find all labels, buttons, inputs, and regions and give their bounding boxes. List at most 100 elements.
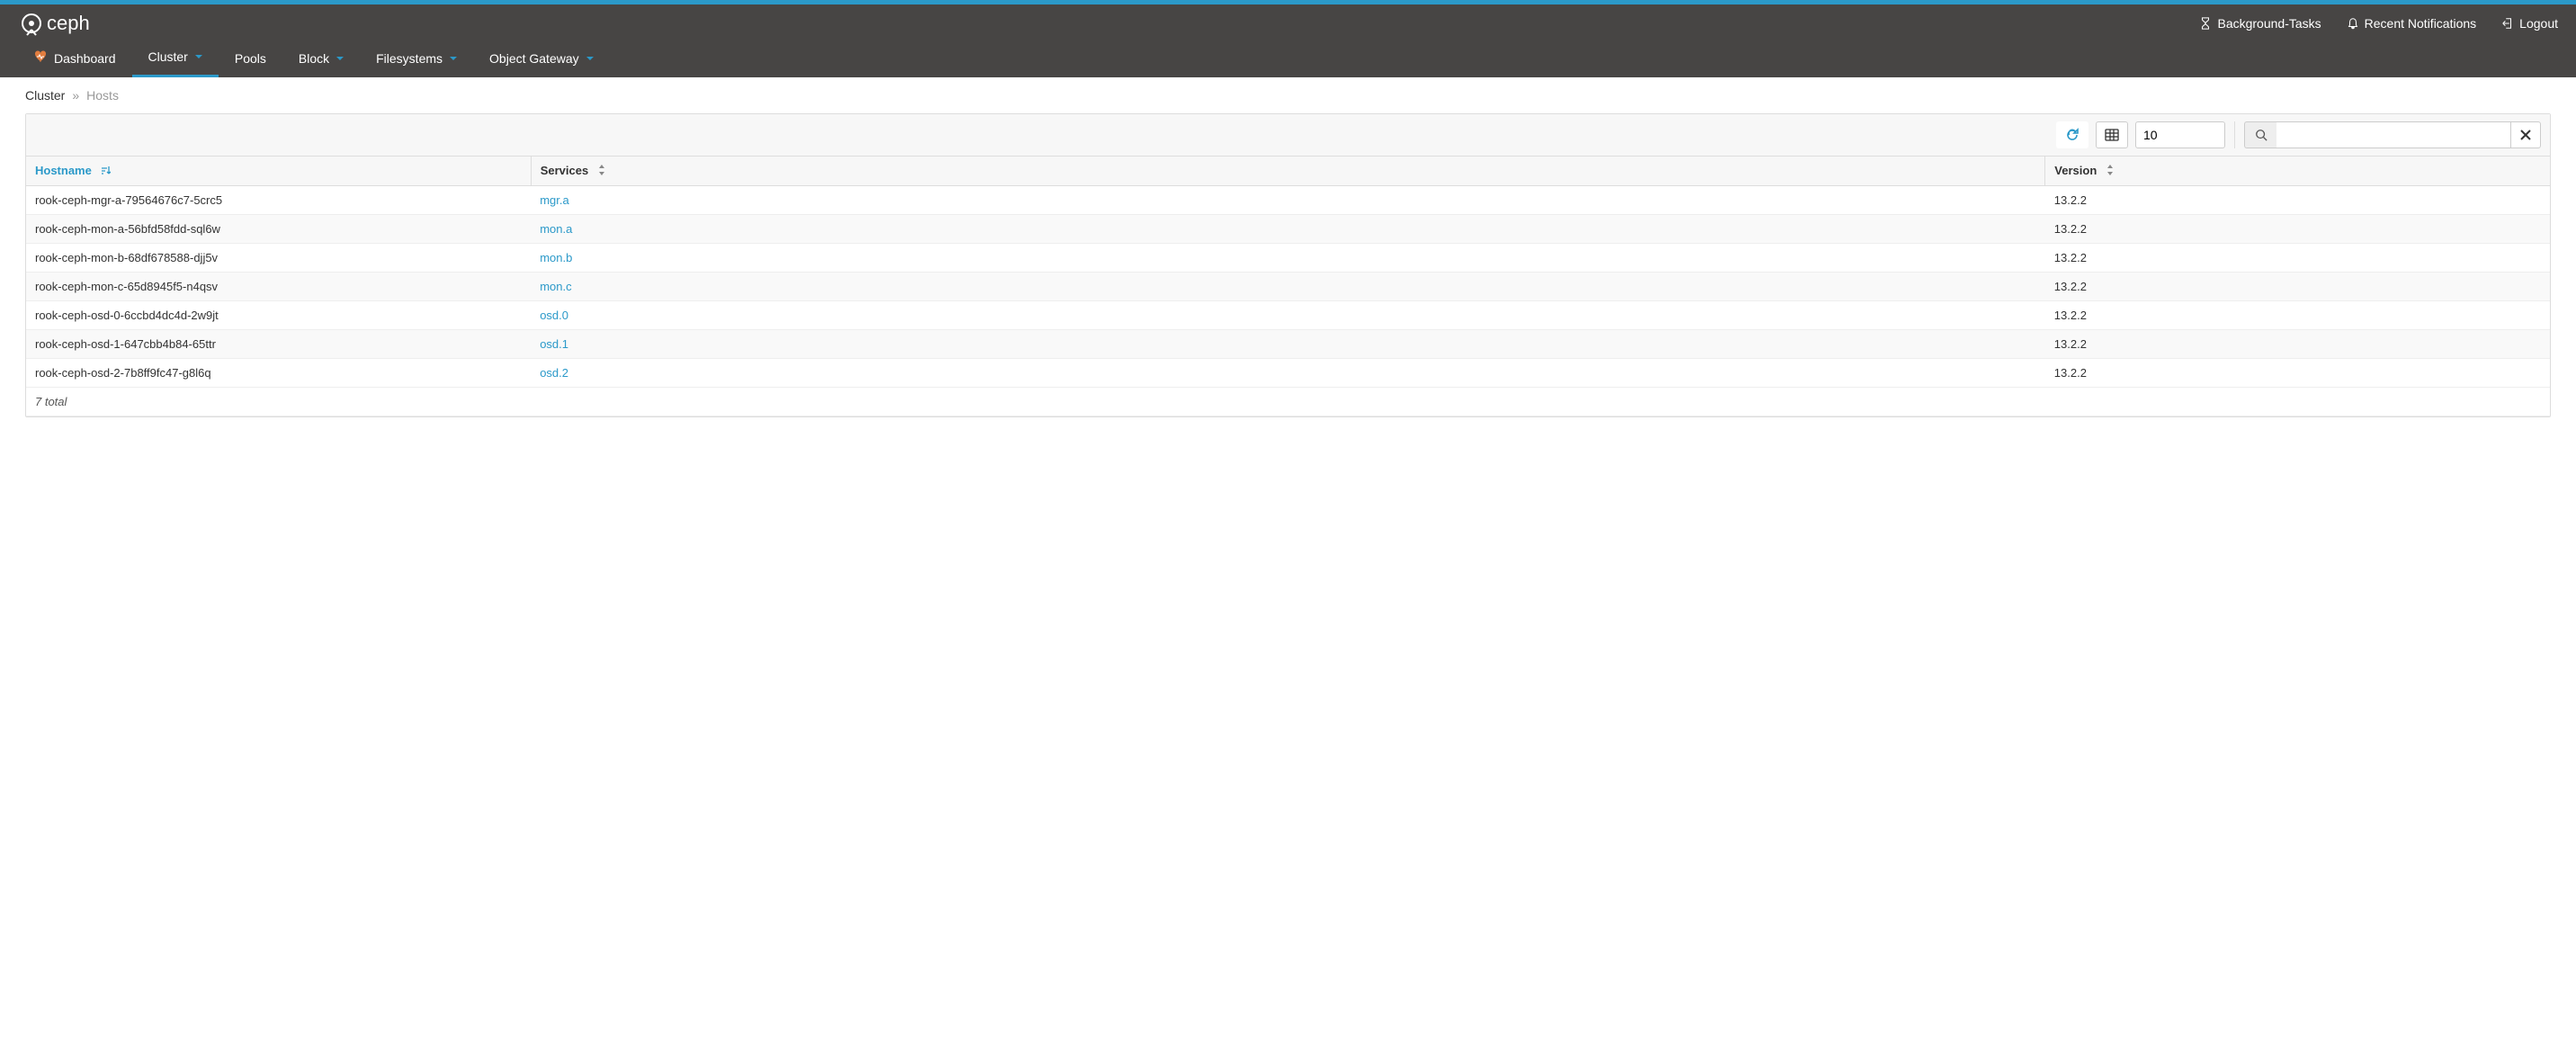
- cell-services: mgr.a: [531, 186, 2045, 215]
- header: ceph Background-Tasks Recent Notificatio…: [0, 4, 2576, 77]
- sort-icon: [597, 165, 606, 178]
- breadcrumb-current: Hosts: [86, 88, 119, 103]
- cell-services: mon.a: [531, 215, 2045, 244]
- cell-services: osd.1: [531, 330, 2045, 359]
- service-link[interactable]: osd.2: [540, 366, 568, 380]
- table-row: rook-ceph-osd-1-647cbb4b84-65ttr osd.1 13.…: [26, 330, 2550, 359]
- nav-block[interactable]: Block: [282, 39, 360, 77]
- search-icon: [2255, 129, 2267, 141]
- cell-version: 13.2.2: [2045, 330, 2550, 359]
- bell-icon: [2347, 17, 2359, 30]
- sort-icon: [2106, 165, 2115, 178]
- hourglass-icon: [2199, 17, 2212, 30]
- hosts-table: Hostname Services Version: [26, 157, 2550, 416]
- chevron-down-icon: [586, 57, 594, 60]
- sort-asc-icon: [100, 165, 111, 178]
- nav-pools-label: Pools: [235, 51, 266, 66]
- logout-link[interactable]: Logout: [2501, 16, 2558, 31]
- cell-services: osd.0: [531, 301, 2045, 330]
- cell-hostname: rook-ceph-osd-0-6ccbd4dc4d-2w9jt: [26, 301, 531, 330]
- cell-version: 13.2.2: [2045, 186, 2550, 215]
- cell-hostname: rook-ceph-mon-b-68df678588-djj5v: [26, 244, 531, 273]
- column-header-services-label: Services: [541, 164, 589, 177]
- table-toolbar: [26, 114, 2550, 157]
- nav-object-gateway-label: Object Gateway: [489, 51, 579, 66]
- nav-filesystems-label: Filesystems: [376, 51, 443, 66]
- breadcrumb-separator-icon: »: [72, 88, 79, 103]
- cell-version: 13.2.2: [2045, 244, 2550, 273]
- clear-search-button[interactable]: [2510, 121, 2541, 148]
- close-icon: [2520, 130, 2531, 140]
- service-link[interactable]: mgr.a: [540, 193, 569, 207]
- content: Hostname Services Version: [0, 113, 2576, 443]
- nav-object-gateway[interactable]: Object Gateway: [473, 39, 610, 77]
- nav-block-label: Block: [299, 51, 329, 66]
- background-tasks-link[interactable]: Background-Tasks: [2199, 16, 2321, 31]
- service-link[interactable]: osd.1: [540, 337, 568, 351]
- table-row: rook-ceph-mgr-a-79564676c7-5crc5 mgr.a 13.…: [26, 186, 2550, 215]
- column-header-hostname[interactable]: Hostname: [26, 157, 531, 186]
- cell-hostname: rook-ceph-osd-1-647cbb4b84-65ttr: [26, 330, 531, 359]
- toolbar-divider: [2234, 121, 2235, 148]
- grid-icon: [2105, 128, 2119, 142]
- nav-cluster[interactable]: Cluster: [132, 39, 219, 77]
- service-link[interactable]: mon.a: [540, 222, 572, 236]
- service-link[interactable]: osd.0: [540, 309, 568, 322]
- brand-logo[interactable]: ceph: [18, 10, 117, 37]
- table-row: rook-ceph-osd-2-7b8ff9fc47-g8l6q osd.2 13.…: [26, 359, 2550, 388]
- breadcrumb: Cluster » Hosts: [0, 77, 2576, 113]
- table-header-row: Hostname Services Version: [26, 157, 2550, 186]
- recent-notifications-link[interactable]: Recent Notifications: [2347, 16, 2477, 31]
- breadcrumb-parent[interactable]: Cluster: [25, 88, 65, 103]
- header-actions: Background-Tasks Recent Notifications Lo…: [2199, 16, 2558, 31]
- chevron-down-icon: [195, 55, 202, 58]
- service-link[interactable]: mon.b: [540, 251, 572, 264]
- logout-icon: [2501, 17, 2514, 30]
- column-header-hostname-label: Hostname: [35, 164, 92, 177]
- table-row: rook-ceph-mon-b-68df678588-djj5v mon.b 13.…: [26, 244, 2550, 273]
- cell-hostname: rook-ceph-mon-c-65d8945f5-n4qsv: [26, 273, 531, 301]
- heartbeat-icon: [34, 50, 49, 66]
- refresh-button[interactable]: [2056, 121, 2089, 148]
- search-group: [2244, 121, 2541, 148]
- refresh-icon: [2065, 128, 2080, 142]
- search-input[interactable]: [2276, 121, 2510, 148]
- table-row: rook-ceph-mon-a-56bfd58fdd-sql6w mon.a 13.…: [26, 215, 2550, 244]
- background-tasks-label: Background-Tasks: [2217, 16, 2321, 31]
- recent-notifications-label: Recent Notifications: [2365, 16, 2477, 31]
- cell-version: 13.2.2: [2045, 359, 2550, 388]
- cell-version: 13.2.2: [2045, 301, 2550, 330]
- nav-dashboard-label: Dashboard: [54, 51, 116, 66]
- search-prefix: [2244, 121, 2276, 148]
- cell-version: 13.2.2: [2045, 273, 2550, 301]
- nav-dashboard[interactable]: Dashboard: [18, 39, 132, 77]
- chevron-down-icon: [336, 57, 344, 60]
- cell-version: 13.2.2: [2045, 215, 2550, 244]
- hosts-panel: Hostname Services Version: [25, 113, 2551, 417]
- cell-services: osd.2: [531, 359, 2045, 388]
- service-link[interactable]: mon.c: [540, 280, 571, 293]
- logout-label: Logout: [2519, 16, 2558, 31]
- main-nav: Dashboard Cluster Pools Block Filesystem…: [0, 39, 2576, 77]
- cell-hostname: rook-ceph-mon-a-56bfd58fdd-sql6w: [26, 215, 531, 244]
- column-header-services[interactable]: Services: [531, 157, 2045, 186]
- cell-hostname: rook-ceph-mgr-a-79564676c7-5crc5: [26, 186, 531, 215]
- column-header-version-label: Version: [2054, 164, 2097, 177]
- ceph-logo-icon: ceph: [18, 10, 117, 37]
- page-size-input[interactable]: [2135, 121, 2225, 148]
- nav-filesystems[interactable]: Filesystems: [360, 39, 473, 77]
- table-row: rook-ceph-osd-0-6ccbd4dc4d-2w9jt osd.0 13.…: [26, 301, 2550, 330]
- nav-pools[interactable]: Pools: [219, 39, 282, 77]
- column-header-version[interactable]: Version: [2045, 157, 2550, 186]
- nav-cluster-label: Cluster: [148, 49, 188, 64]
- table-total-label: 7 total: [26, 388, 2550, 416]
- svg-text:ceph: ceph: [47, 12, 90, 34]
- chevron-down-icon: [450, 57, 457, 60]
- cell-services: mon.b: [531, 244, 2045, 273]
- cell-hostname: rook-ceph-osd-2-7b8ff9fc47-g8l6q: [26, 359, 531, 388]
- columns-button[interactable]: [2096, 121, 2128, 148]
- table-row: rook-ceph-mon-c-65d8945f5-n4qsv mon.c 13.2…: [26, 273, 2550, 301]
- table-footer-row: 7 total: [26, 388, 2550, 416]
- header-top: ceph Background-Tasks Recent Notificatio…: [0, 4, 2576, 39]
- cell-services: mon.c: [531, 273, 2045, 301]
